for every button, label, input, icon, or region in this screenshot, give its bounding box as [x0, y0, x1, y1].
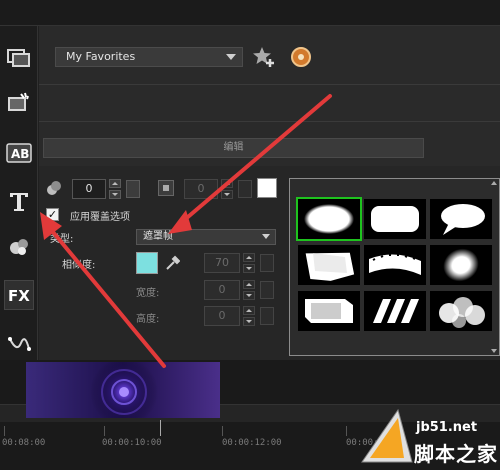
- stepper-down-icon[interactable]: [243, 317, 255, 326]
- favorites-dropdown[interactable]: My Favorites: [55, 47, 243, 67]
- similarity-label: 相似度:: [62, 260, 96, 271]
- stepper-down-icon[interactable]: [221, 190, 233, 199]
- fx-filter-icon[interactable]: FX: [4, 280, 34, 310]
- preview-thumbnail: [26, 362, 220, 418]
- border-dropdown-button[interactable]: [126, 180, 140, 198]
- height-value: 0: [218, 309, 226, 322]
- timeline-tick: [346, 426, 347, 436]
- path-motion-icon[interactable]: [4, 330, 34, 360]
- top-bar: [0, 0, 500, 26]
- scroll-up-icon[interactable]: [491, 181, 497, 185]
- border-size-value: 0: [85, 182, 93, 195]
- watermark-text: 脚本之家: [414, 442, 498, 466]
- stepper-up-icon[interactable]: [243, 280, 255, 289]
- graphics-icon[interactable]: [4, 232, 34, 262]
- mask-soft-oval[interactable]: [430, 245, 492, 285]
- width-value: 0: [218, 283, 226, 296]
- width-label: 宽度:: [136, 288, 160, 299]
- width-stepper[interactable]: [243, 280, 255, 300]
- stepper-up-icon[interactable]: [109, 179, 121, 188]
- scroll-down-icon[interactable]: [491, 349, 497, 353]
- svg-text:FX: FX: [8, 287, 30, 305]
- border-size-stepper[interactable]: [109, 179, 121, 199]
- left-toolbar: AB FX: [0, 26, 38, 360]
- mask-circles[interactable]: [430, 291, 492, 331]
- border-color-swatch[interactable]: [257, 178, 277, 198]
- mask-torn-paper[interactable]: [298, 245, 360, 285]
- mask-speech-bubble[interactable]: [430, 199, 492, 239]
- mask-rounded-rectangle[interactable]: [364, 199, 426, 239]
- timeline-tick: [4, 426, 5, 436]
- add-to-favorites-icon[interactable]: [251, 44, 277, 70]
- apply-overlay-label: 应用覆盖选项: [70, 212, 130, 223]
- border-blur-stepper[interactable]: [221, 179, 233, 199]
- chevron-down-icon: [262, 234, 270, 239]
- text-icon[interactable]: [4, 186, 34, 216]
- food-category-icon[interactable]: [291, 47, 311, 67]
- favorites-row: My Favorites: [39, 40, 500, 74]
- type-dropdown[interactable]: 遮罩帧: [136, 229, 276, 245]
- timeline-timecode: 00:08:00: [2, 438, 46, 448]
- instant-project-icon[interactable]: [4, 88, 34, 118]
- stepper-up-icon[interactable]: [243, 306, 255, 315]
- mask-brush-stroke[interactable]: [298, 291, 360, 331]
- border-blur-value: 0: [197, 182, 205, 195]
- mask-stripes[interactable]: [364, 291, 426, 331]
- eyedropper-icon[interactable]: [164, 254, 181, 272]
- apply-overlay-checkbox[interactable]: ✓: [46, 208, 59, 221]
- height-label: 高度:: [136, 314, 160, 325]
- stepper-down-icon[interactable]: [243, 264, 255, 273]
- type-dropdown-value: 遮罩帧: [143, 231, 173, 242]
- height-dropdown-button[interactable]: [260, 307, 274, 325]
- stepper-up-icon[interactable]: [243, 253, 255, 262]
- type-label: 类型:: [50, 234, 74, 245]
- similarity-dropdown-button[interactable]: [260, 254, 274, 272]
- title-icon[interactable]: AB: [4, 138, 34, 168]
- border-blur-dropdown-button[interactable]: [238, 180, 252, 198]
- border-blur-field[interactable]: 0: [184, 179, 218, 199]
- watermark-site: jb51.net: [416, 420, 478, 435]
- width-field[interactable]: 0: [204, 280, 240, 300]
- key-color-swatch[interactable]: [136, 252, 158, 274]
- timeline-timecode: 00:00:12:00: [222, 438, 282, 448]
- border-color-icon[interactable]: [158, 180, 174, 196]
- mask-film-strip[interactable]: [364, 245, 426, 285]
- favorites-dropdown-value: My Favorites: [66, 50, 136, 63]
- toolbar-row: [39, 84, 500, 122]
- similarity-field[interactable]: 70: [204, 253, 240, 273]
- playhead[interactable]: [160, 420, 161, 436]
- mask-oval[interactable]: [296, 197, 362, 241]
- media-library-icon[interactable]: [4, 42, 34, 72]
- tab-edit-label: 编辑: [223, 142, 244, 153]
- similarity-stepper[interactable]: [243, 253, 255, 273]
- timeline-tick: [222, 426, 223, 436]
- mask-gallery: [289, 178, 500, 356]
- timeline-timecode: 00:00:10:00: [102, 438, 162, 448]
- border-size-field[interactable]: 0: [72, 179, 106, 199]
- tab-edit[interactable]: 编辑: [43, 138, 424, 158]
- height-stepper[interactable]: [243, 306, 255, 326]
- stepper-down-icon[interactable]: [243, 291, 255, 300]
- stepper-down-icon[interactable]: [109, 190, 121, 199]
- blend-icon: [46, 180, 62, 196]
- width-dropdown-button[interactable]: [260, 281, 274, 299]
- chevron-down-icon: [226, 54, 236, 60]
- height-field[interactable]: 0: [204, 306, 240, 326]
- stepper-up-icon[interactable]: [221, 179, 233, 188]
- svg-text:AB: AB: [11, 147, 29, 161]
- timeline-tick: [104, 426, 105, 436]
- watermark: jb51.net 脚本之家: [352, 392, 500, 470]
- similarity-value: 70: [215, 256, 229, 269]
